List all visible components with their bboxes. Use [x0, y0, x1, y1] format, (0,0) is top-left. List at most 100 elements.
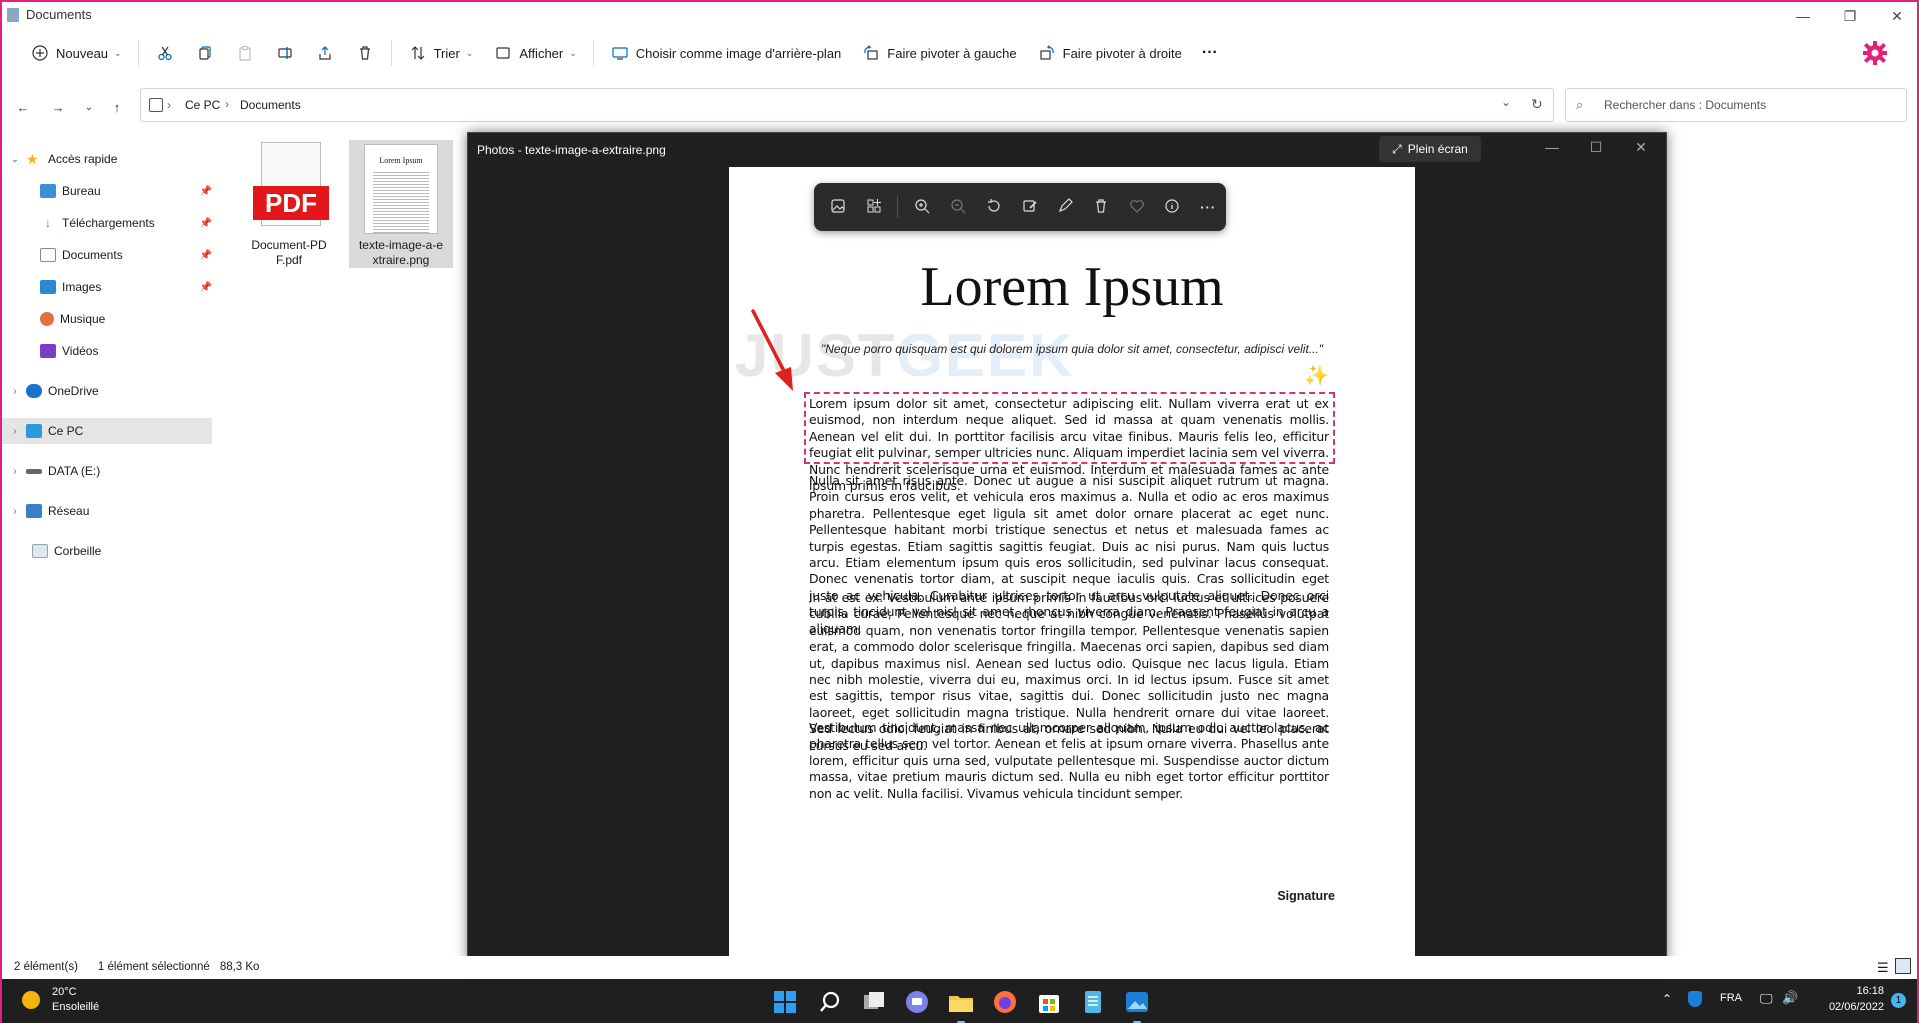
sidebar-item-this-pc[interactable]: › Ce PC	[2, 418, 212, 444]
search-input[interactable]: ⌕ Rechercher dans : Documents	[1565, 88, 1907, 122]
clock-date[interactable]: 02/06/2022	[1817, 1001, 1884, 1013]
firefox-icon[interactable]	[990, 987, 1020, 1017]
more-button[interactable]: ···	[1192, 36, 1228, 70]
maximize-button[interactable]: ❐	[1835, 6, 1865, 26]
paste-button[interactable]	[225, 36, 265, 70]
breadcrumb-ce-pc[interactable]: Ce PC	[185, 98, 220, 112]
rename-button[interactable]	[265, 36, 305, 70]
fullscreen-button[interactable]: ⤢ Plein écran	[1379, 136, 1481, 162]
file-item-png-selected[interactable]: Lorem Ipsum texte-image-a-extraire.png	[349, 140, 453, 268]
back-arrow-icon[interactable]: ←	[12, 96, 34, 118]
sidebar-item-recycle-bin[interactable]: Corbeille	[2, 538, 218, 564]
teams-chat-icon[interactable]	[902, 987, 932, 1017]
language-indicator[interactable]: FRA	[1720, 992, 1742, 1004]
tiles-view-icon[interactable]	[1895, 958, 1911, 974]
task-view-icon[interactable]	[859, 987, 889, 1017]
document-quote: "Neque porro quisquam est qui dolorem ip…	[820, 342, 1324, 356]
settings-gear-icon[interactable]	[1862, 40, 1888, 66]
expand-icon: ⤢	[1392, 141, 1402, 156]
photos-minimize-button[interactable]: —	[1537, 139, 1567, 155]
weather-temp[interactable]: 20°C	[52, 986, 77, 998]
delete-button[interactable]	[345, 36, 385, 70]
share-button[interactable]	[305, 36, 345, 70]
photos-app-icon[interactable]	[1122, 987, 1152, 1023]
search-taskbar-icon[interactable]	[815, 987, 845, 1017]
cut-button[interactable]	[145, 36, 185, 70]
file-explorer-icon[interactable]	[946, 987, 976, 1023]
draw-button[interactable]	[1047, 189, 1083, 225]
rotate-button[interactable]	[976, 189, 1012, 225]
security-shield-icon[interactable]	[1688, 991, 1702, 1007]
set-background-button[interactable]: Choisir comme image d'arrière-plan	[600, 36, 852, 70]
file-name: Document-PDF.pdf	[251, 238, 327, 267]
zoom-out-button[interactable]	[940, 189, 976, 225]
copy-button[interactable]	[185, 36, 225, 70]
clock-time[interactable]: 16:18	[1850, 985, 1884, 997]
pc-icon	[149, 98, 163, 112]
new-label: Nouveau	[56, 45, 109, 61]
sidebar-item-downloads[interactable]: ↓ Téléchargements 📌	[2, 210, 218, 236]
add-to-button[interactable]	[856, 189, 892, 225]
zoom-in-button[interactable]	[904, 189, 940, 225]
delete-photo-button[interactable]	[1083, 189, 1119, 225]
sort-button[interactable]: Trier ⌄	[398, 36, 484, 70]
sidebar-item-desktop[interactable]: Bureau 📌	[2, 178, 218, 204]
volume-icon[interactable]: 🔊	[1782, 990, 1798, 1006]
new-button[interactable]: Nouveau ⌄	[20, 36, 132, 70]
sidebar-item-data-drive[interactable]: › DATA (E:)	[2, 458, 218, 484]
forward-arrow-icon[interactable]: →	[47, 96, 69, 118]
path-bar[interactable]: › Ce PC › Documents ⌄ ↻	[140, 88, 1554, 122]
microsoft-store-icon[interactable]	[1034, 987, 1064, 1017]
view-button[interactable]: Afficher ⌄	[483, 36, 586, 70]
sidebar-item-music[interactable]: Musique	[2, 306, 218, 332]
breadcrumb-documents[interactable]: Documents	[240, 98, 301, 112]
favorite-button[interactable]	[1119, 189, 1155, 225]
sidebar-item-documents[interactable]: Documents 📌	[2, 242, 218, 268]
photos-title: Photos - texte-image-a-extraire.png	[477, 143, 666, 157]
chevron-up-icon[interactable]: ⌃	[1662, 992, 1672, 1006]
sidebar-item-label: Bureau	[62, 184, 101, 198]
sidebar-item-videos[interactable]: Vidéos	[2, 338, 218, 364]
rotate-left-icon	[861, 43, 881, 63]
photos-maximize-button[interactable]: ☐	[1581, 139, 1611, 156]
start-windows-icon[interactable]	[770, 987, 800, 1017]
rotate-right-icon	[1037, 43, 1057, 63]
sidebar-item-onedrive[interactable]: › OneDrive	[2, 378, 218, 404]
sidebar-item-label: Réseau	[48, 504, 90, 518]
divider	[592, 40, 594, 66]
details-view-icon[interactable]: ☰	[1877, 960, 1889, 976]
sidebar-item-label: Accès rapide	[48, 152, 118, 166]
info-icon	[1164, 198, 1180, 217]
file-item-pdf[interactable]: PDF Document-PDF.pdf	[237, 142, 341, 268]
refresh-icon[interactable]: ↻	[1531, 96, 1543, 113]
info-button[interactable]	[1155, 189, 1191, 225]
rotate-right-button[interactable]: Faire pivoter à droite	[1027, 36, 1192, 70]
close-button[interactable]: ✕	[1882, 6, 1912, 26]
scissors-icon	[155, 43, 175, 63]
notification-badge[interactable]: 1	[1891, 993, 1906, 1008]
recent-chevron-icon[interactable]: ⌄	[78, 96, 100, 118]
sidebar-item-images[interactable]: Images 📌	[2, 274, 218, 300]
weather-status[interactable]: Ensoleillé	[52, 1001, 99, 1013]
monitor-network-icon[interactable]: 🖵	[1760, 991, 1773, 1007]
signature: Signature	[1277, 889, 1335, 903]
chevron-down-icon: ⌄	[465, 47, 474, 58]
photos-more-button[interactable]: ···	[1190, 189, 1226, 225]
chevron-down-icon: ⌄	[114, 47, 122, 58]
up-arrow-icon[interactable]: ↑	[106, 96, 128, 118]
sun-weather-icon[interactable]	[22, 991, 40, 1009]
annotation-arrow-icon	[751, 309, 793, 391]
minimize-button[interactable]: —	[1788, 6, 1818, 26]
photos-close-button[interactable]: ✕	[1626, 139, 1656, 156]
chevron-down-icon[interactable]: ⌄	[1501, 95, 1511, 109]
sidebar-item-quick-access[interactable]: ⌄ ★ Accès rapide	[2, 146, 218, 172]
pdf-badge: PDF	[253, 186, 329, 220]
notepad-icon[interactable]	[1078, 987, 1108, 1017]
rotate-left-button[interactable]: Faire pivoter à gauche	[851, 36, 1026, 70]
edit-image-button[interactable]	[1012, 189, 1048, 225]
magic-wand-icon[interactable]: ✨	[1304, 363, 1329, 388]
sidebar-item-network[interactable]: › Réseau	[2, 498, 218, 524]
thumbnail-lines	[373, 172, 429, 233]
selected-size: 88,3 Ko	[219, 961, 260, 973]
see-all-photos-button[interactable]	[820, 189, 856, 225]
